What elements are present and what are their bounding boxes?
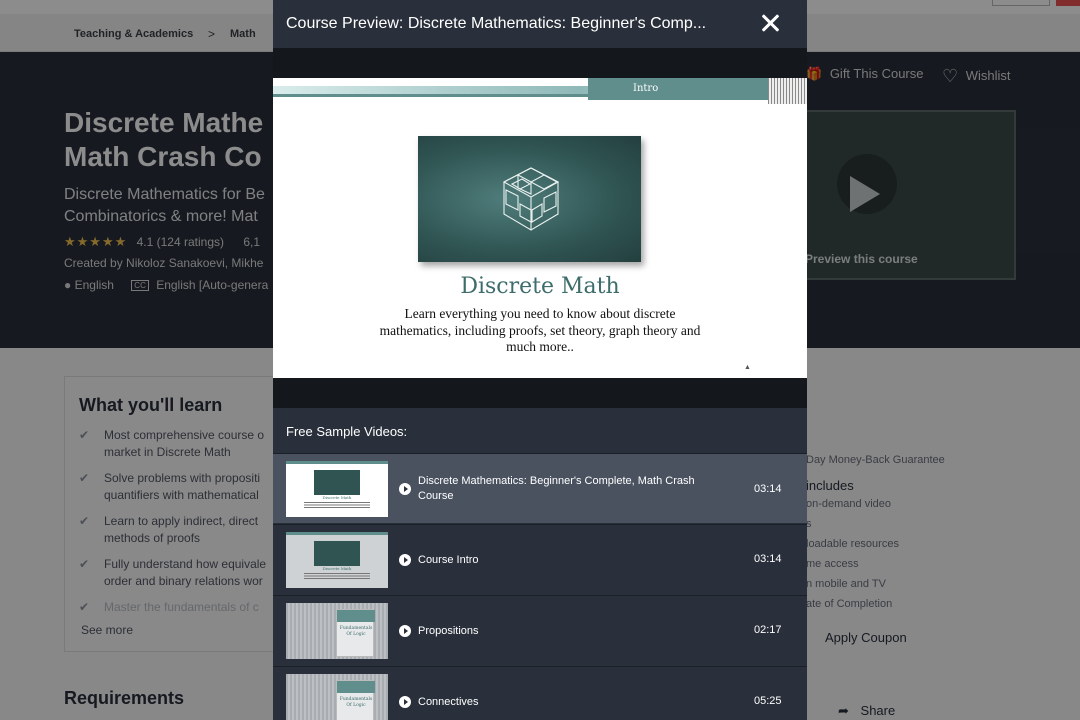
video-thumbnail: Fundamentals Of Logic: [286, 603, 388, 659]
thumb-stripe: [286, 461, 388, 464]
video-row-2[interactable]: Discrete Math Course Intro 03:14: [273, 524, 807, 594]
slide-corner-stripes: [768, 78, 807, 104]
thumb-image: [314, 541, 360, 566]
thumb-card: Fundamentals Of Logic: [336, 609, 375, 657]
thumb-heading: Fundamentals Of Logic: [339, 697, 373, 708]
video-duration: 03:14: [754, 483, 782, 495]
course-preview-modal: Course Preview: Discrete Mathematics: Be…: [273, 0, 807, 720]
video-thumbnail: Discrete Math: [286, 461, 388, 517]
thumb-card-bar: [337, 681, 375, 693]
video-thumbnail: Fundamentals Of Logic: [286, 674, 388, 720]
slide-heading: Discrete Math: [460, 274, 620, 299]
slide-intro-tab: [588, 78, 768, 100]
video-row-4[interactable]: Fundamentals Of Logic Connectives 05:25: [273, 666, 807, 720]
thumb-lines: [304, 502, 370, 509]
slide-body-text: Learn everything you need to know about …: [379, 306, 701, 354]
video-duration: 03:14: [754, 553, 782, 565]
video-row-1[interactable]: Discrete Math Discrete Mathematics: Begi…: [273, 453, 807, 523]
video-duration: 02:17: [754, 624, 782, 636]
thumb-card: Fundamentals Of Logic: [336, 680, 375, 720]
video-title: Discrete Mathematics: Beginner's Complet…: [418, 475, 695, 502]
video-title: Course Intro: [418, 554, 479, 566]
slide-cover-image: [418, 136, 641, 262]
play-icon: [399, 483, 411, 495]
thumb-heading: Fundamentals Of Logic: [339, 626, 373, 637]
video-title: Propositions: [418, 625, 479, 637]
video-row-3[interactable]: Fundamentals Of Logic Propositions 02:17: [273, 595, 807, 665]
video-player[interactable]: Intro Discrete Math Learn everything you…: [273, 48, 807, 408]
play-icon: [399, 554, 411, 566]
thumb-image: [314, 470, 360, 495]
thumb-heading: Discrete Math: [322, 566, 352, 571]
thumb-heading: Discrete Math: [322, 495, 352, 500]
video-duration: 05:25: [754, 695, 782, 707]
video-frame-slide: Intro Discrete Math Learn everything you…: [273, 78, 807, 378]
thumb-card-bar: [337, 610, 375, 622]
free-sample-label: Free Sample Videos:: [286, 424, 408, 439]
modal-title: Course Preview: Discrete Mathematics: Be…: [286, 15, 707, 32]
close-icon[interactable]: [759, 12, 781, 34]
slide-intro-label: Intro: [633, 83, 659, 94]
cube-logo-icon: [502, 167, 560, 231]
cursor-icon: ▲: [744, 364, 751, 371]
thumb-lines: [304, 573, 370, 580]
modal-header: Course Preview: Discrete Mathematics: Be…: [273, 0, 807, 48]
play-icon: [399, 696, 411, 708]
video-title: Connectives: [418, 696, 479, 708]
play-icon: [399, 625, 411, 637]
thumb-stripe: [286, 532, 388, 535]
video-thumbnail: Discrete Math: [286, 532, 388, 588]
